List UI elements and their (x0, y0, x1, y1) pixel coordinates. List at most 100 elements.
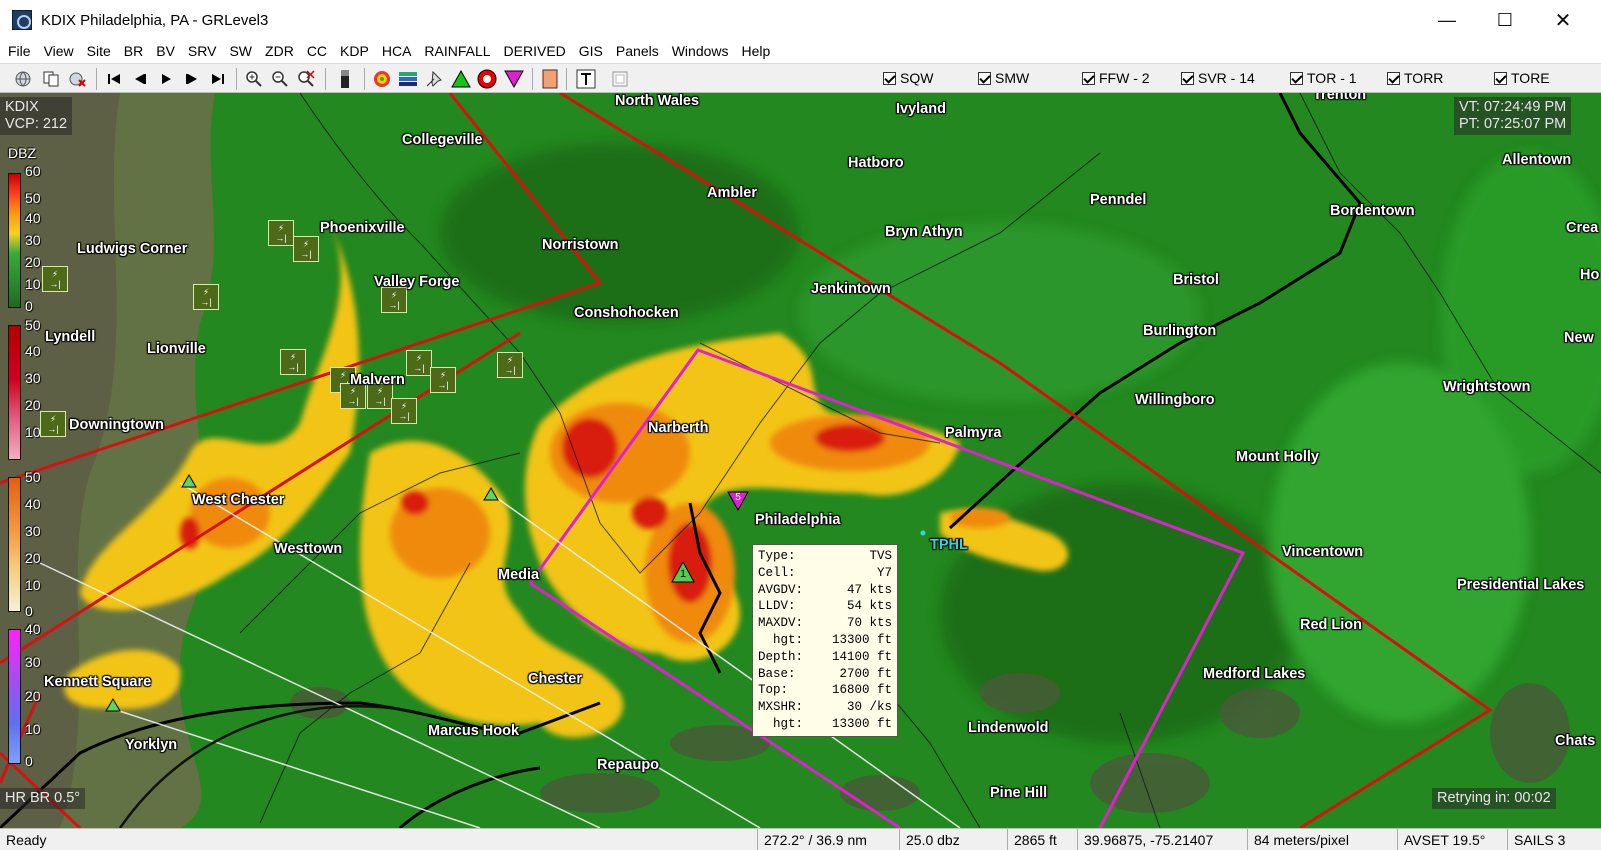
checkbox-icon[interactable] (1387, 71, 1400, 85)
legend-tick: 30 (25, 232, 41, 248)
skip-forward-icon[interactable] (207, 68, 229, 90)
title-bar: KDIX Philadelphia, PA - GRLevel3 — ☐ ✕ (0, 0, 1601, 40)
menu-file[interactable]: File (8, 43, 31, 59)
checkbox-icon[interactable] (978, 71, 991, 85)
city-label: Jenkintown (811, 281, 891, 297)
lightning-strike-icon[interactable]: ⚡→| (268, 220, 294, 246)
lightning-strike-icon[interactable]: ⚡→| (193, 284, 219, 310)
checkbox-icon[interactable] (1290, 71, 1303, 85)
lightning-strike-icon[interactable]: ⚡→| (430, 367, 456, 393)
product-time: PT: 07:25:07 PM (1459, 116, 1567, 132)
warning-toggle-sqw[interactable]: SQW (883, 70, 933, 86)
frame-icon[interactable] (609, 68, 631, 90)
legend-tick: 30 (25, 370, 41, 386)
hail-marker-icon[interactable]: 5 (727, 491, 749, 511)
menu-windows[interactable]: Windows (672, 43, 729, 59)
menu-help[interactable]: Help (742, 43, 771, 59)
hail-marker-label: 5 (735, 492, 741, 503)
status-scale: 84 meters/pixel (1247, 829, 1397, 850)
lightning-strike-icon[interactable]: ⚡→| (381, 287, 407, 313)
hail-triangle-icon[interactable] (503, 68, 525, 90)
lightning-strike-icon[interactable]: ⚡→| (293, 236, 319, 262)
city-label: Bristol (1173, 272, 1219, 288)
maximize-button[interactable]: ☐ (1478, 0, 1532, 40)
lightning-strike-icon[interactable]: ⚡→| (280, 349, 306, 375)
close-button[interactable]: ✕ (1536, 0, 1590, 40)
warning-toggle-torr[interactable]: TORR (1387, 70, 1443, 86)
menu-rainfall[interactable]: RAINFALL (424, 43, 490, 59)
palette-icon[interactable] (539, 68, 561, 90)
warning-toggle-smw[interactable]: SMW (978, 70, 1029, 86)
zoom-reset-icon[interactable] (295, 68, 317, 90)
menu-cc[interactable]: CC (307, 43, 327, 59)
zoom-out-icon[interactable] (269, 68, 291, 90)
city-label: Allentown (1502, 152, 1572, 168)
checkbox-icon[interactable] (1082, 71, 1095, 85)
menu-bv[interactable]: BV (156, 43, 175, 59)
warning-toggle-tor[interactable]: TOR - 1 (1290, 70, 1357, 86)
retry-label: Retrying in: 00:02 (1432, 788, 1556, 809)
minimize-button[interactable]: — (1420, 0, 1474, 40)
globe-refresh-icon[interactable] (66, 68, 88, 90)
tooltip-row: Top: 16800 ft (758, 683, 892, 698)
city-label: North Wales (615, 93, 700, 109)
lightning-strike-icon[interactable]: ⚡→| (497, 352, 523, 378)
play-icon[interactable] (155, 68, 177, 90)
city-label: Vincentown (1282, 544, 1364, 560)
legend-tick: 10 (25, 577, 41, 593)
menu-hca[interactable]: HCA (382, 43, 412, 59)
menu-gis[interactable]: GIS (579, 43, 603, 59)
step-forward-icon[interactable] (181, 68, 203, 90)
city-label: Ambler (707, 185, 757, 201)
tooltip-row: MXSHR: 30 /ks (758, 700, 892, 715)
menu-panels[interactable]: Panels (616, 43, 659, 59)
menu-srv[interactable]: SRV (188, 43, 217, 59)
copy-icon[interactable] (40, 68, 62, 90)
menu-derived[interactable]: DERIVED (504, 43, 566, 59)
city-label: Valley Forge (374, 274, 460, 290)
tooltip-row: MAXDV: 70 kts (758, 616, 892, 631)
layers-icon[interactable] (397, 68, 419, 90)
city-label: Narberth (648, 420, 709, 436)
step-back-icon[interactable] (129, 68, 151, 90)
menu-kdp[interactable]: KDP (340, 43, 369, 59)
menu-sw[interactable]: SW (229, 43, 252, 59)
legend-bar-precip (8, 629, 21, 764)
menu-bar: File View Site BR BV SRV SW ZDR CC KDP H… (0, 40, 1601, 62)
color-bar-icon[interactable] (334, 68, 356, 90)
lightning-strike-icon[interactable]: ⚡→| (40, 411, 66, 437)
storm-icon[interactable] (371, 68, 393, 90)
checkbox-icon[interactable] (1494, 71, 1507, 85)
tvs-triangle-icon[interactable] (450, 68, 472, 90)
legend-tick: 10 (25, 276, 41, 292)
checkbox-icon[interactable] (1181, 71, 1194, 85)
menu-zdr[interactable]: ZDR (265, 43, 294, 59)
legend-title: DBZ (8, 145, 36, 161)
city-label: Malvern (350, 372, 405, 388)
globe-icon[interactable] (12, 68, 34, 90)
menu-br[interactable]: BR (124, 43, 143, 59)
tvs-marker-icon[interactable]: 1 (671, 561, 695, 583)
city-label: Lindenwold (968, 720, 1049, 736)
city-label: Bordentown (1330, 203, 1415, 219)
warning-toggle-svr[interactable]: SVR - 14 (1181, 70, 1255, 86)
zoom-in-icon[interactable] (243, 68, 265, 90)
lightning-strike-icon[interactable]: ⚡→| (391, 398, 417, 424)
city-label: Penndel (1090, 192, 1147, 208)
menu-site[interactable]: Site (87, 43, 111, 59)
warning-toggle-tore[interactable]: TORE (1494, 70, 1550, 86)
tooltip-row: AVGDV: 47 kts (758, 582, 892, 597)
city-label: Trenton (1313, 93, 1367, 103)
radar-map[interactable]: KDIX VCP: 212 VT: 07:24:49 PM PT: 07:25:… (0, 93, 1601, 828)
lightning-strike-icon[interactable]: ⚡→| (406, 350, 432, 376)
checkbox-icon[interactable] (883, 71, 896, 85)
pin-icon[interactable] (423, 68, 445, 90)
text-icon[interactable] (575, 68, 597, 90)
warning-toggle-ffw[interactable]: FFW - 2 (1082, 70, 1150, 86)
city-label: New (1564, 330, 1594, 346)
meso-circle-icon[interactable] (476, 68, 498, 90)
legend-tick: 10 (25, 721, 41, 737)
menu-view[interactable]: View (44, 43, 74, 59)
skip-back-icon[interactable] (103, 68, 125, 90)
lightning-strike-icon[interactable]: ⚡→| (42, 266, 68, 292)
